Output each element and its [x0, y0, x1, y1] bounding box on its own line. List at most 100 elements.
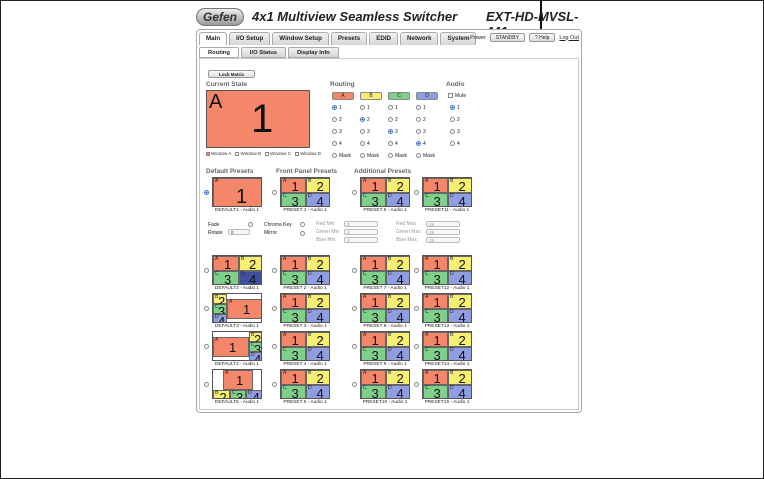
- preset-radio[interactable]: [414, 190, 419, 195]
- preset-thumbnail[interactable]: A1B2C3D4: [422, 369, 472, 399]
- mute-checkbox[interactable]: [448, 93, 453, 98]
- preset-item[interactable]: A 1 B 2 C 3 D 4 PRESET 8 - Audio 1: [352, 293, 414, 331]
- blue-max-select[interactable]: 15: [426, 237, 460, 243]
- routing-option[interactable]: 4: [332, 141, 342, 147]
- preset-thumbnail[interactable]: A1B2C3D4: [422, 177, 472, 207]
- fade-checkbox[interactable]: [248, 222, 253, 227]
- chroma-key-checkbox[interactable]: [300, 222, 305, 227]
- routing-radio[interactable]: [360, 117, 365, 122]
- preset-thumbnail[interactable]: A1B2C3D4: [212, 331, 262, 361]
- routing-option[interactable]: 4: [388, 141, 398, 147]
- subtab-routing[interactable]: Routing: [199, 47, 239, 58]
- preset-radio[interactable]: [414, 344, 419, 349]
- help-button[interactable]: ? Help: [528, 33, 556, 42]
- routing-mask[interactable]: Mask: [416, 153, 435, 159]
- preset-thumbnail[interactable]: A1B2C3D4: [422, 293, 472, 323]
- preset-radio[interactable]: [272, 190, 277, 195]
- preset-thumbnail[interactable]: A1B2C3D4: [280, 369, 330, 399]
- routing-radio[interactable]: [388, 129, 393, 134]
- preset-thumbnail[interactable]: A1B2C3D4: [360, 369, 410, 399]
- routing-option[interactable]: 1: [416, 105, 426, 111]
- tab-edid[interactable]: EDID: [369, 32, 399, 45]
- preset-item[interactable]: A 1 B 2 C 3 D 4 PRESET 3 - Audio 1: [272, 293, 334, 331]
- preset-thumbnail[interactable]: A1B2C3D4: [212, 369, 262, 399]
- preset-radio[interactable]: [352, 382, 357, 387]
- preset-thumbnail[interactable]: A1B2C3D4: [360, 331, 410, 361]
- routing-mask[interactable]: Mask: [388, 153, 407, 159]
- preset-item[interactable]: A 1 B 2 C 3 D 4 PRESET 5 - Audio 1: [272, 369, 334, 407]
- preset-item[interactable]: A 1 B 2 C 3 D 4 DEFAULT2 - Audio 1: [204, 255, 266, 293]
- routing-radio[interactable]: [360, 105, 365, 110]
- preset-item[interactable]: A 1 B 2 C 3 D 4 PRESET15 - Audio 1: [414, 369, 476, 407]
- red-max-select[interactable]: 15: [426, 221, 460, 227]
- preset-item[interactable]: A 1 B 2 C 3 D 4 PRESET14 - Audio 1: [414, 331, 476, 369]
- routing-option[interactable]: 1: [332, 105, 342, 111]
- preset-item[interactable]: A 1 B 2 C 3 D 4 DEFAULT3 - Audio 1: [204, 293, 266, 331]
- routing-option[interactable]: 1: [360, 105, 370, 111]
- routing-option[interactable]: 3: [388, 129, 398, 135]
- preset-radio[interactable]: [204, 268, 209, 273]
- preset-thumbnail[interactable]: A1B2C3D4: [422, 255, 472, 285]
- preset-item[interactable]: A 1 B 2 C 3 D 4 PRESET13 - Audio 1: [414, 293, 476, 331]
- preset-item[interactable]: A 1 B 2 C 3 D 4 DEFAULT5 - Audio 1: [204, 369, 266, 407]
- preset-radio[interactable]: [204, 306, 209, 311]
- routing-radio[interactable]: [360, 129, 365, 134]
- routing-option[interactable]: 4: [360, 141, 370, 147]
- routing-radio[interactable]: [388, 117, 393, 122]
- audio-option[interactable]: 3: [450, 129, 460, 135]
- lock-matrix-button[interactable]: Lock Matrix: [208, 70, 256, 78]
- routing-option[interactable]: 2: [416, 117, 426, 123]
- preset-radio[interactable]: [352, 306, 357, 311]
- routing-radio[interactable]: [416, 105, 421, 110]
- audio-option[interactable]: 2: [450, 117, 460, 123]
- mask-checkbox[interactable]: [388, 153, 393, 158]
- preset-item[interactable]: A 1 B 2 C 3 D 4 PRESET 2 - Audio 1: [272, 255, 334, 293]
- mask-checkbox[interactable]: [332, 153, 337, 158]
- preset-item[interactable]: A 1 B 2 C 3 D 4 PRESET 1 - Audio 1: [272, 177, 334, 215]
- preset-radio[interactable]: [352, 268, 357, 273]
- preset-radio[interactable]: [414, 306, 419, 311]
- preset-radio[interactable]: [272, 382, 277, 387]
- routing-radio[interactable]: [332, 129, 337, 134]
- preset-item[interactable]: A 1 B 2 C 3 D 4 PRESET10 - Audio 1: [352, 369, 414, 407]
- audio-radio[interactable]: [450, 129, 455, 134]
- routing-option[interactable]: 2: [332, 117, 342, 123]
- routing-radio[interactable]: [332, 105, 337, 110]
- routing-radio[interactable]: [360, 141, 365, 146]
- mask-checkbox[interactable]: [360, 153, 365, 158]
- routing-radio[interactable]: [388, 105, 393, 110]
- tab-io-setup[interactable]: I/O Setup: [229, 32, 271, 45]
- preset-thumbnail[interactable]: A1B2C3D4: [360, 293, 410, 323]
- mirror-checkbox[interactable]: [300, 231, 305, 236]
- preset-item[interactable]: A 1 B 2 C 3 D 4 PRESET 4 - Audio 1: [272, 331, 334, 369]
- audio-radio[interactable]: [450, 117, 455, 122]
- tab-window-setup[interactable]: Window Setup: [272, 32, 329, 45]
- standby-button[interactable]: STANDBY: [489, 33, 525, 42]
- routing-radio[interactable]: [332, 141, 337, 146]
- tab-main[interactable]: Main: [199, 32, 228, 45]
- preset-radio[interactable]: [414, 382, 419, 387]
- rotate-select[interactable]: 0: [228, 229, 250, 235]
- routing-radio[interactable]: [416, 141, 421, 146]
- preset-radio[interactable]: [204, 344, 209, 349]
- audio-option[interactable]: 4: [450, 141, 460, 147]
- routing-option[interactable]: 3: [360, 129, 370, 135]
- preset-item[interactable]: A 1 B 2 C 3 D 4 PRESET 7 - Audio 1: [352, 255, 414, 293]
- routing-mask[interactable]: Mask: [360, 153, 379, 159]
- preset-thumbnail[interactable]: A1B2C3D4: [212, 255, 262, 285]
- routing-option[interactable]: 4: [416, 141, 426, 147]
- routing-radio[interactable]: [416, 129, 421, 134]
- tab-presets[interactable]: Presets: [330, 32, 368, 45]
- preset-radio[interactable]: [204, 190, 209, 195]
- routing-mask[interactable]: Mask: [332, 153, 351, 159]
- preset-thumbnail[interactable]: A1B2C3D4: [280, 331, 330, 361]
- preset-radio[interactable]: [204, 382, 209, 387]
- preset-radio[interactable]: [272, 344, 277, 349]
- preset-item[interactable]: A 1 B 2 C 3 D 4 PRESET 9 - Audio 1: [352, 331, 414, 369]
- mask-checkbox[interactable]: [416, 153, 421, 158]
- preset-thumbnail[interactable]: A1B2C3D4: [212, 293, 262, 323]
- preset-radio[interactable]: [352, 190, 357, 195]
- audio-option[interactable]: 1: [450, 105, 460, 111]
- routing-radio[interactable]: [416, 117, 421, 122]
- preset-item[interactable]: A 1 B 2 C 3 D 4 PRESET12 - Audio 1: [414, 255, 476, 293]
